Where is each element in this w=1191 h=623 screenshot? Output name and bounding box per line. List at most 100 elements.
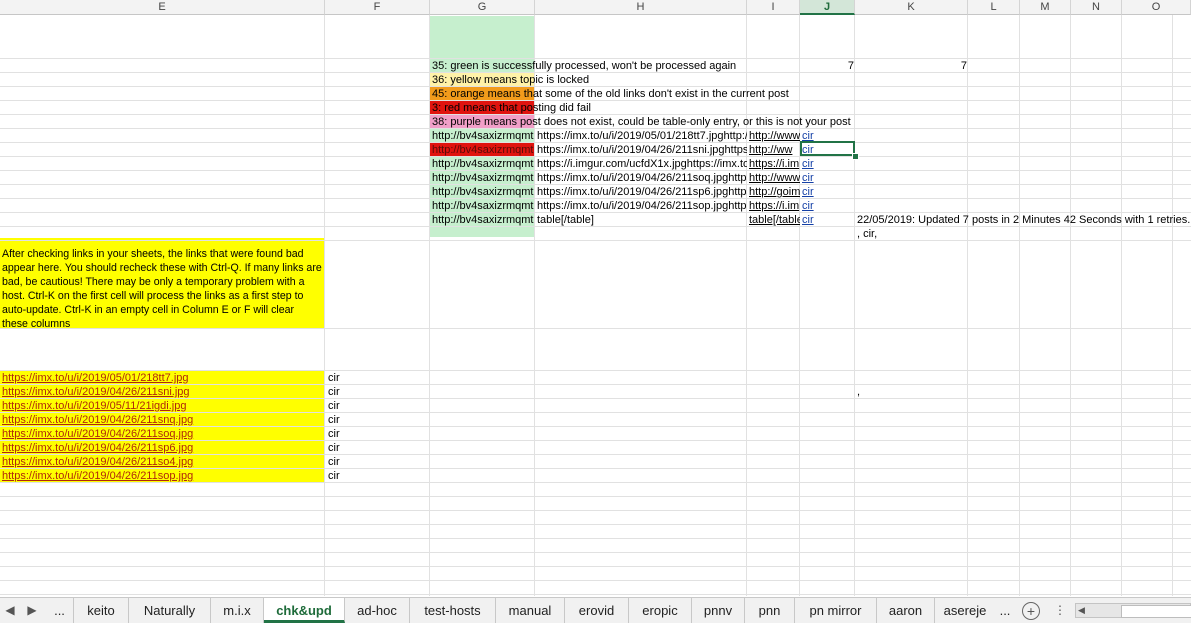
cell-j[interactable]: cir <box>800 199 814 213</box>
tab-ad-hoc[interactable]: ad-hoc <box>345 598 410 623</box>
status-sub[interactable]: , cir, <box>855 227 877 241</box>
grid-line <box>0 552 1191 553</box>
bad-link[interactable]: https://imx.to/u/i/2019/05/11/21igdi.jpg <box>0 399 186 413</box>
cell-h[interactable]: table[/table] <box>535 213 747 227</box>
bad-link-tag[interactable]: cir <box>326 413 340 427</box>
bad-link-tag[interactable]: cir <box>326 441 340 455</box>
cell-h[interactable]: https://imx.to/u/i/2019/04/26/211sp6.jpg… <box>535 185 747 199</box>
spreadsheet-grid[interactable]: E F G H I J K L M N O 35: green is succe… <box>0 0 1191 596</box>
cell-g[interactable]: http://bv4saxizrmqmt <box>430 171 535 185</box>
cell-i[interactable]: https://i.im <box>747 199 800 213</box>
cell-h[interactable]: https://imx.to/u/i/2019/04/26/211sop.jpg… <box>535 199 747 213</box>
bad-link[interactable]: https://imx.to/u/i/2019/04/26/211so4.jpg <box>0 455 193 469</box>
selected-cell[interactable] <box>800 141 855 156</box>
grid-line <box>854 15 855 596</box>
cell-h[interactable]: https://imx.to/u/i/2019/04/26/211sni.jpg… <box>535 143 747 157</box>
cell-i[interactable]: table[/table <box>747 213 800 227</box>
bad-link-tag[interactable]: cir <box>326 385 340 399</box>
horizontal-scrollbar[interactable]: ◀ <box>1075 603 1191 618</box>
tab-test-hosts[interactable]: test-hosts <box>410 598 496 623</box>
grid-line <box>0 240 1191 241</box>
bad-link[interactable]: https://imx.to/u/i/2019/04/26/211sni.jpg <box>0 385 190 399</box>
stray-comma[interactable]: , <box>855 385 860 399</box>
count-k[interactable]: 7 <box>855 59 967 73</box>
bad-link-tag[interactable]: cir <box>326 427 340 441</box>
grid-line <box>799 15 800 596</box>
bad-link-tag[interactable]: cir <box>326 455 340 469</box>
count-j[interactable]: 7 <box>800 59 854 73</box>
bad-link[interactable]: https://imx.to/u/i/2019/04/26/211soq.jpg <box>0 427 193 441</box>
cell-g[interactable]: http://bv4saxizrmqmt <box>430 185 535 199</box>
scrollbar-thumb[interactable] <box>1121 605 1191 618</box>
cell-g[interactable]: http://bv4saxizrmqmt <box>430 199 535 213</box>
bad-link-tag[interactable]: cir <box>326 399 340 413</box>
column-header-f[interactable]: F <box>325 0 430 15</box>
cell-g[interactable]: http://bv4saxizrmqmt <box>430 143 535 157</box>
column-header-m[interactable]: M <box>1020 0 1071 15</box>
column-header-n[interactable]: N <box>1071 0 1122 15</box>
legend-green[interactable]: 35: green is successfully processed, won… <box>430 59 736 73</box>
tab-manual[interactable]: manual <box>496 598 565 623</box>
column-header-j[interactable]: J <box>800 0 855 15</box>
tab-asereje[interactable]: asereje <box>935 598 995 623</box>
cell-j[interactable]: cir <box>800 171 814 185</box>
bad-link[interactable]: https://imx.to/u/i/2019/04/26/211sp6.jpg <box>0 441 193 455</box>
tab-naturally[interactable]: Naturally <box>129 598 211 623</box>
tab-mix[interactable]: m.i.x <box>211 598 264 623</box>
cell-i[interactable]: https://i.im <box>747 157 800 171</box>
column-header-l[interactable]: L <box>968 0 1020 15</box>
grid-line <box>1070 15 1071 596</box>
bad-link-tag[interactable]: cir <box>326 371 340 385</box>
cell-h[interactable]: https://imx.to/u/i/2019/04/26/211soq.jpg… <box>535 171 747 185</box>
instructions-note[interactable]: After checking links in your sheets, the… <box>0 247 324 331</box>
legend-orange[interactable]: 45: orange means that some of the old li… <box>430 87 789 101</box>
cell-h[interactable]: https://imx.to/u/i/2019/05/01/218tt7.jpg… <box>535 129 747 143</box>
green-fill-g-header <box>430 16 535 59</box>
cell-i[interactable]: http://www <box>747 129 800 143</box>
bad-link-tag[interactable]: cir <box>326 469 340 483</box>
tab-eropic[interactable]: eropic <box>629 598 692 623</box>
tab-chk-upd[interactable]: chk&upd <box>264 598 345 623</box>
bad-link[interactable]: https://imx.to/u/i/2019/05/01/218tt7.jpg <box>0 371 189 385</box>
column-header-k[interactable]: K <box>855 0 968 15</box>
cell-g[interactable]: http://bv4saxizrmqmt <box>430 129 535 143</box>
tab-pnnv[interactable]: pnnv <box>692 598 745 623</box>
bad-link[interactable]: https://imx.to/u/i/2019/04/26/211sop.jpg <box>0 469 193 483</box>
tab-more-left[interactable]: ... <box>46 598 74 623</box>
cell-i[interactable]: http://goim <box>747 185 800 199</box>
grid-line <box>324 15 325 596</box>
legend-yellow[interactable]: 36: yellow means topic is locked <box>430 73 589 87</box>
cell-j[interactable]: cir <box>800 157 814 171</box>
column-header-o[interactable]: O <box>1122 0 1191 15</box>
column-header-i[interactable]: I <box>747 0 800 15</box>
column-header-g[interactable]: G <box>430 0 535 15</box>
tab-keito[interactable]: keito <box>74 598 129 623</box>
column-header-h[interactable]: H <box>535 0 747 15</box>
tab-aaron[interactable]: aaron <box>877 598 935 623</box>
cell-g[interactable]: http://bv4saxizrmqmt <box>430 157 535 171</box>
scroll-left-icon[interactable]: ◀ <box>1078 604 1085 617</box>
cell-i[interactable]: http://ww <box>747 143 800 157</box>
options-dots-icon[interactable]: ⋮ <box>1050 598 1070 623</box>
grid-line <box>1172 15 1173 596</box>
grid-line <box>746 15 747 596</box>
fill-handle[interactable] <box>852 153 859 160</box>
tab-pn-mirror[interactable]: pn mirror <box>795 598 877 623</box>
new-sheet-icon[interactable]: + <box>1022 602 1040 620</box>
tab-more-right[interactable]: ... <box>994 598 1016 623</box>
tab-erovid[interactable]: erovid <box>565 598 629 623</box>
column-header-e[interactable]: E <box>0 0 325 15</box>
tab-pnn[interactable]: pnn <box>745 598 795 623</box>
grid-line <box>0 510 1191 511</box>
legend-red[interactable]: 3: red means that posting did fail <box>430 101 591 115</box>
scroll-tabs-right-icon[interactable]: ▶ <box>22 598 42 623</box>
cell-j[interactable]: cir <box>800 213 814 227</box>
cell-g[interactable]: http://bv4saxizrmqmt <box>430 213 535 227</box>
status-message[interactable]: 22/05/2019: Updated 7 posts in 2 Minutes… <box>855 213 1190 227</box>
bad-link[interactable]: https://imx.to/u/i/2019/04/26/211snq.jpg <box>0 413 193 427</box>
cell-i[interactable]: http://www <box>747 171 800 185</box>
cell-h[interactable]: https://i.imgur.com/ucfdX1x.jpghttps://i… <box>535 157 747 171</box>
scroll-tabs-left-icon[interactable]: ◀ <box>0 598 20 623</box>
cell-j[interactable]: cir <box>800 185 814 199</box>
legend-purple[interactable]: 38: purple means post does not exist, co… <box>430 115 851 129</box>
